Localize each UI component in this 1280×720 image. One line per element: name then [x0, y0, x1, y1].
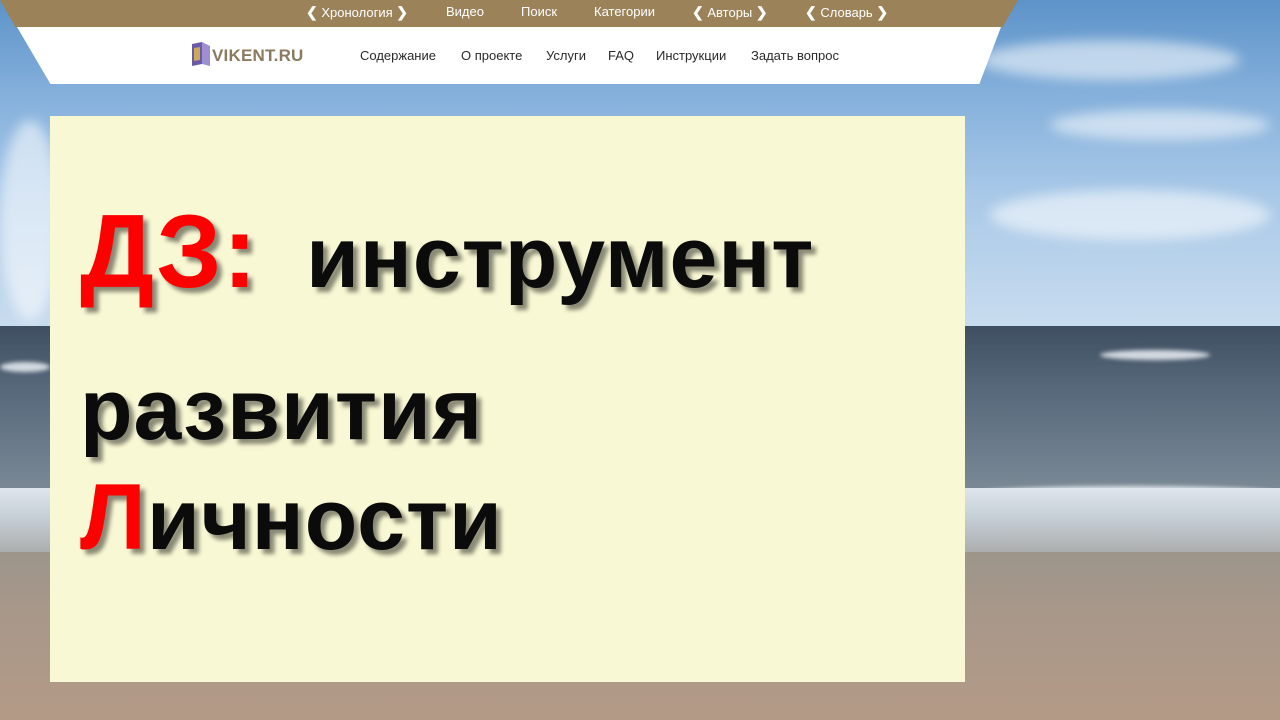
main-nav-contents[interactable]: Содержание — [360, 48, 436, 63]
headline-accent: ДЗ: — [80, 194, 259, 310]
main-nav-instructions[interactable]: Инструкции — [656, 48, 726, 63]
book-icon — [192, 42, 210, 66]
headline-line-1: ДЗ: инструмент — [80, 200, 814, 304]
chevron-left-icon: ❮ — [805, 4, 817, 20]
headline-text: инструмент — [306, 210, 815, 306]
chevron-left-icon: ❮ — [692, 4, 704, 20]
top-nav-item-chronology[interactable]: ❮ Хронология ❯ — [306, 4, 408, 21]
top-nav-item-dictionary[interactable]: ❮ Словарь ❯ — [805, 4, 888, 21]
main-nav-faq[interactable]: FAQ — [608, 48, 634, 63]
chevron-left-icon: ❮ — [306, 4, 318, 20]
top-nav-label: Авторы — [707, 5, 753, 20]
headline-accent: Л — [80, 464, 147, 569]
headline-text: развития — [80, 362, 484, 458]
top-nav-label: Категории — [594, 4, 655, 19]
top-nav-label: Хронология — [321, 5, 393, 20]
chevron-right-icon: ❯ — [876, 4, 889, 20]
top-nav-label: Словарь — [820, 5, 873, 20]
top-nav: ❮ Хронология ❯ Видео Поиск Категории ❮ А… — [0, 0, 1018, 27]
top-nav-item-video[interactable]: Видео — [446, 4, 484, 19]
main-nav-about[interactable]: О проекте — [461, 48, 522, 63]
headline-text: ичности — [146, 472, 503, 568]
chevron-right-icon: ❯ — [396, 4, 408, 20]
top-nav-label: Поиск — [521, 4, 558, 19]
logo-text: VIKENT.RU — [212, 46, 304, 65]
site-logo[interactable]: VIKENT.RU — [190, 40, 330, 70]
main-nav-ask-question[interactable]: Задать вопрос — [751, 48, 839, 63]
main-nav-services[interactable]: Услуги — [546, 48, 586, 63]
top-nav-item-categories[interactable]: Категории — [594, 4, 655, 19]
top-nav-item-search[interactable]: Поиск — [521, 4, 557, 19]
chevron-right-icon: ❯ — [755, 4, 768, 20]
headline-line-3: Личности — [80, 462, 503, 566]
top-nav-item-authors[interactable]: ❮ Авторы ❯ — [692, 4, 768, 21]
top-nav-label: Видео — [446, 4, 484, 19]
headline-line-2: развития — [80, 352, 483, 456]
